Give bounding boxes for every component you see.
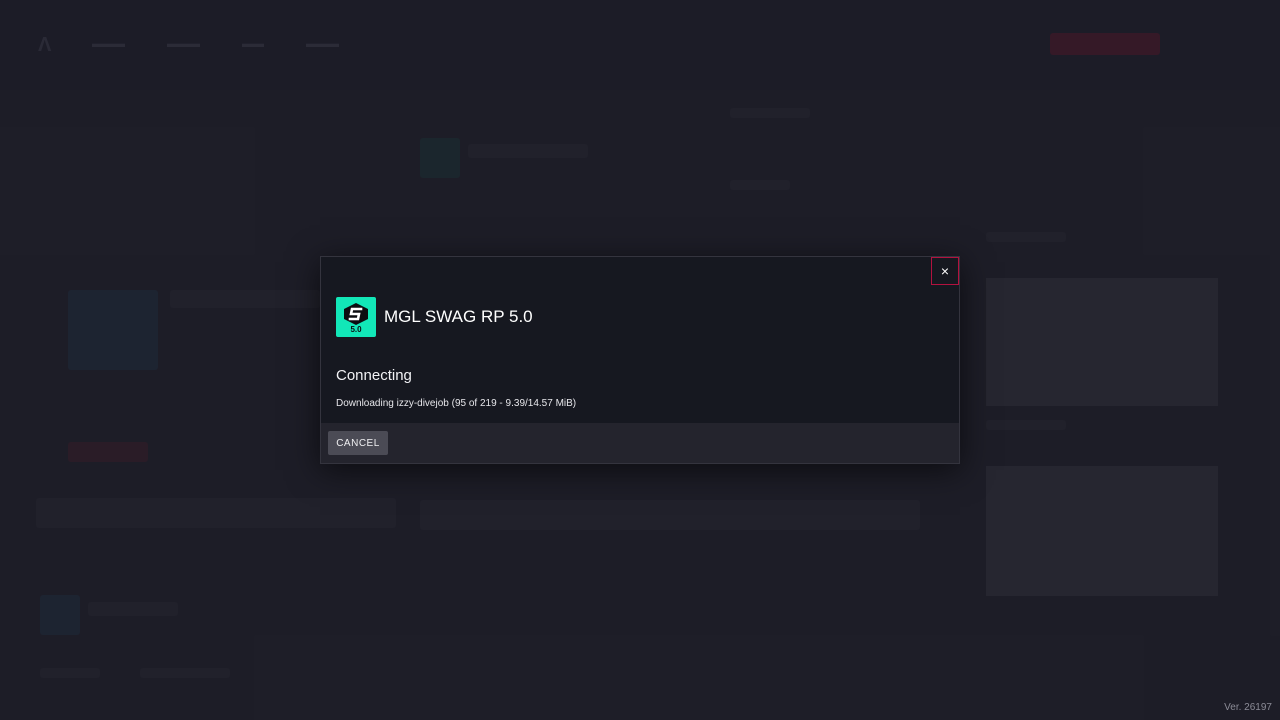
server-logo-glyph: 5.0 <box>344 303 368 333</box>
close-button[interactable]: × <box>931 257 959 285</box>
download-progress-text: Downloading izzy-divejob (95 of 219 - 9.… <box>336 398 577 409</box>
server-header: 5.0 MGL SWAG RP 5.0 <box>336 297 533 337</box>
connection-status: Connecting <box>336 367 412 384</box>
server-logo-icon: 5.0 <box>336 297 376 337</box>
connecting-dialog: × 5.0 MGL SWAG RP 5.0 Connecting Downloa… <box>320 256 960 464</box>
server-name: MGL SWAG RP 5.0 <box>384 307 533 326</box>
close-icon: × <box>940 263 950 279</box>
cancel-button[interactable]: CANCEL <box>328 431 388 455</box>
dialog-footer: CANCEL <box>321 423 959 463</box>
version-label: Ver. 26197 <box>1224 702 1272 713</box>
server-logo-text: 5.0 <box>350 325 362 333</box>
